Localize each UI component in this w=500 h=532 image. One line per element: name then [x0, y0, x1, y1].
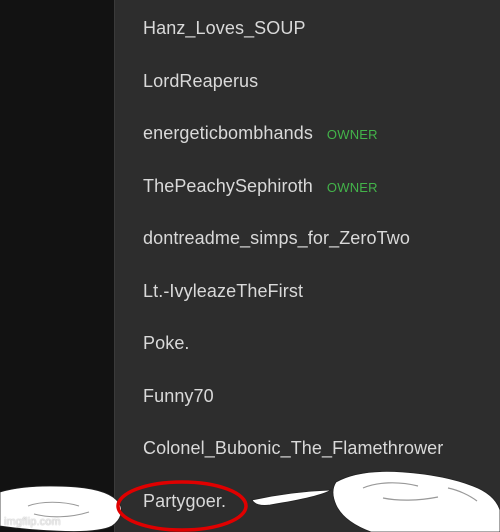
member-row[interactable]: energeticbombhands OWNER	[143, 118, 378, 148]
left-gutter	[0, 0, 114, 532]
member-name: Lt.-IvyleazeTheFirst	[143, 280, 304, 301]
member-name: Colonel_Bubonic_The_Flamethrower	[143, 437, 444, 458]
member-row[interactable]: Funny70	[143, 381, 214, 411]
member-row[interactable]: Hanz_Loves_SOUP	[143, 13, 306, 43]
member-row[interactable]: Colonel_Bubonic_The_Flamethrower	[143, 433, 443, 463]
owner-badge: OWNER	[326, 126, 378, 142]
member-row[interactable]: Lt.-IvyleazeTheFirst	[143, 276, 303, 306]
member-row[interactable]: dontreadme_simps_for_ZeroTwo	[143, 223, 410, 253]
member-name: Poke.	[143, 332, 190, 353]
member-row[interactable]: ThePeachySephiroth OWNER	[143, 171, 378, 201]
member-row[interactable]: LordReaperus	[143, 66, 258, 96]
member-list-panel: Hanz_Loves_SOUP LordReaperus energeticbo…	[114, 0, 500, 532]
member-name: dontreadme_simps_for_ZeroTwo	[143, 227, 410, 248]
member-name: energeticbombhands	[143, 122, 313, 143]
member-name: LordReaperus	[143, 70, 259, 91]
member-name: Hanz_Loves_SOUP	[143, 17, 306, 38]
member-name: Partygoer.	[143, 490, 227, 511]
member-row[interactable]: Partygoer.	[143, 486, 226, 516]
member-name: ThePeachySephiroth	[143, 175, 313, 196]
owner-badge: OWNER	[326, 179, 378, 195]
member-row[interactable]: Poke.	[143, 328, 190, 358]
watermark-text: imgflip.com	[4, 516, 61, 528]
member-name: Funny70	[143, 385, 214, 406]
